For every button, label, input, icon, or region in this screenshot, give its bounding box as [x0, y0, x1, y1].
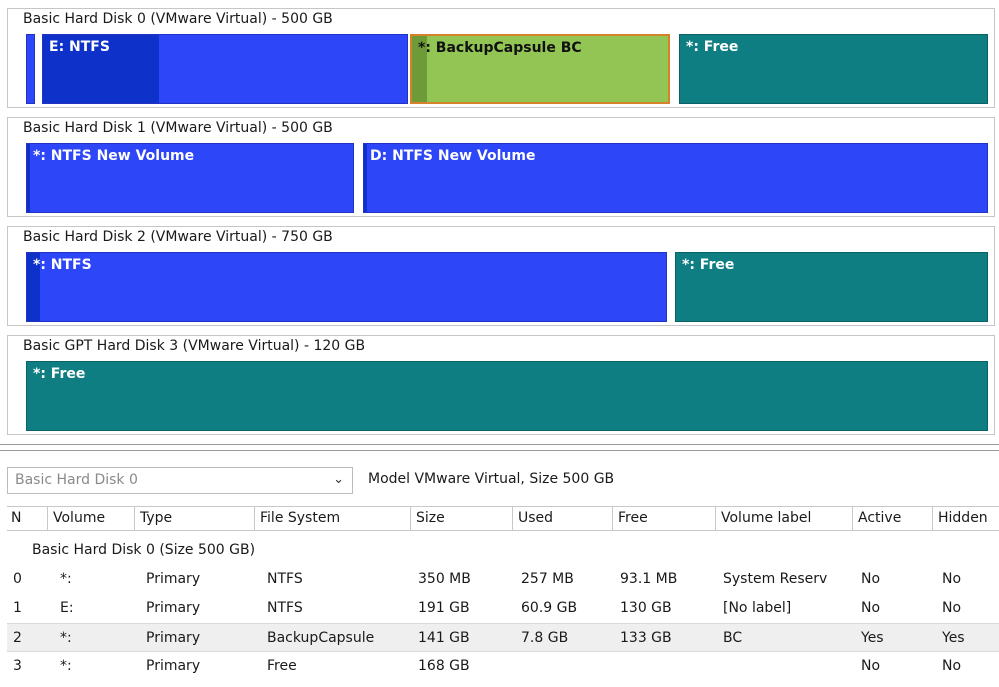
table-row[interactable]: 0 *: Primary NTFS 350 MB 257 MB 93.1 MB … [7, 565, 999, 594]
column-header-used[interactable]: Used [512, 507, 612, 530]
panel-splitter-line [0, 450, 999, 451]
cell-volume-label: [No label] [723, 600, 792, 616]
cell-file-system: NTFS [267, 600, 303, 616]
column-header-volume[interactable]: Volume [47, 507, 134, 530]
column-header-size[interactable]: Size [410, 507, 512, 530]
cell-active: No [861, 658, 881, 674]
partition-label: *: Free [682, 257, 735, 273]
disk-1-partition-1[interactable]: *: NTFS New Volume [26, 143, 354, 213]
cell-type: Primary [146, 658, 201, 674]
disk-2-title: Basic Hard Disk 2 (VMware Virtual) - 750… [23, 229, 333, 245]
cell-size: 168 GB [418, 658, 470, 674]
column-header-type[interactable]: Type [134, 507, 254, 530]
table-row-selected[interactable]: 2 *: Primary BackupCapsule 141 GB 7.8 GB… [7, 623, 999, 652]
column-header-file-system[interactable]: File System [254, 507, 410, 530]
partition-label: *: BackupCapsule BC [418, 40, 582, 56]
cell-file-system: NTFS [267, 571, 303, 587]
disk-3-free-space[interactable]: *: Free [26, 361, 988, 431]
table-row[interactable]: 3 *: Primary Free 168 GB No No [7, 652, 999, 681]
column-header-volume-label[interactable]: Volume label [715, 507, 852, 530]
cell-active: No [861, 571, 881, 587]
disk-2-partition-1[interactable]: *: NTFS [26, 252, 667, 322]
partition-label: D: NTFS New Volume [370, 148, 536, 164]
disk-1-panel: Basic Hard Disk 1 (VMware Virtual) - 500… [7, 117, 995, 217]
disk-0-title: Basic Hard Disk 0 (VMware Virtual) - 500… [23, 11, 333, 27]
cell-type: Primary [146, 571, 201, 587]
partition-label: *: NTFS [33, 257, 92, 273]
column-header-free[interactable]: Free [612, 507, 715, 530]
disk-0-panel: Basic Hard Disk 0 (VMware Virtual) - 500… [7, 8, 995, 108]
column-header-n[interactable]: N [7, 507, 47, 530]
cell-used: 7.8 GB [521, 630, 569, 646]
disk-select-value: Basic Hard Disk 0 [15, 472, 138, 488]
disk-select-dropdown[interactable]: Basic Hard Disk 0 ⌄ [7, 467, 353, 494]
column-header-hidden[interactable]: Hidden [932, 507, 999, 530]
panel-splitter[interactable] [0, 444, 999, 445]
cell-hidden: Yes [942, 630, 965, 646]
disk-1-partition-d[interactable]: D: NTFS New Volume [363, 143, 988, 213]
cell-size: 350 MB [418, 571, 471, 587]
cell-free: 130 GB [620, 600, 672, 616]
cell-hidden: No [942, 571, 962, 587]
cell-active: Yes [861, 630, 884, 646]
disk-0-partition-backupcapsule[interactable]: *: BackupCapsule BC [410, 34, 670, 104]
disk-0-partition-e[interactable]: E: NTFS [42, 34, 408, 104]
cell-used: 60.9 GB [521, 600, 578, 616]
disk-group-label: Basic Hard Disk 0 (Size 500 GB) [32, 542, 256, 558]
cell-volume: *: [60, 630, 72, 646]
chevron-down-icon: ⌄ [333, 472, 344, 487]
cell-type: Primary [146, 630, 201, 646]
disk-1-title: Basic Hard Disk 1 (VMware Virtual) - 500… [23, 120, 333, 136]
cell-n: 2 [13, 630, 22, 646]
used-space-bar [364, 144, 368, 212]
cell-free: 133 GB [620, 630, 672, 646]
cell-used: 257 MB [521, 571, 574, 587]
cell-hidden: No [942, 600, 962, 616]
cell-volume-label: System Reserv [723, 571, 828, 587]
used-space-bar [27, 144, 31, 212]
partition-label: E: NTFS [49, 39, 110, 55]
cell-volume: E: [60, 600, 74, 616]
partition-label: *: NTFS New Volume [33, 148, 195, 164]
disk-2-free-space[interactable]: *: Free [675, 252, 988, 322]
cell-volume: *: [60, 571, 72, 587]
cell-hidden: No [942, 658, 962, 674]
volume-table-header: N Volume Type File System Size Used Free… [7, 506, 999, 531]
cell-file-system: BackupCapsule [267, 630, 375, 646]
cell-n: 0 [13, 571, 22, 587]
cell-active: No [861, 600, 881, 616]
cell-n: 3 [13, 658, 22, 674]
partition-label: *: Free [686, 39, 739, 55]
cell-size: 141 GB [418, 630, 470, 646]
cell-volume: *: [60, 658, 72, 674]
cell-type: Primary [146, 600, 201, 616]
cell-volume-label: BC [723, 630, 743, 646]
partition-label: *: Free [33, 366, 86, 382]
cell-free: 93.1 MB [620, 571, 678, 587]
disk-0-system-reserved-partition[interactable] [26, 34, 35, 104]
cell-file-system: Free [267, 658, 297, 674]
disk-3-title: Basic GPT Hard Disk 3 (VMware Virtual) -… [23, 338, 366, 354]
column-header-active[interactable]: Active [852, 507, 932, 530]
disk-model-info: Model VMware Virtual, Size 500 GB [368, 471, 615, 487]
disk-2-panel: Basic Hard Disk 2 (VMware Virtual) - 750… [7, 226, 995, 326]
cell-size: 191 GB [418, 600, 470, 616]
cell-n: 1 [13, 600, 22, 616]
disk-0-free-space[interactable]: *: Free [679, 34, 988, 104]
disk-3-panel: Basic GPT Hard Disk 3 (VMware Virtual) -… [7, 335, 995, 435]
table-row[interactable]: 1 E: Primary NTFS 191 GB 60.9 GB 130 GB … [7, 594, 999, 623]
